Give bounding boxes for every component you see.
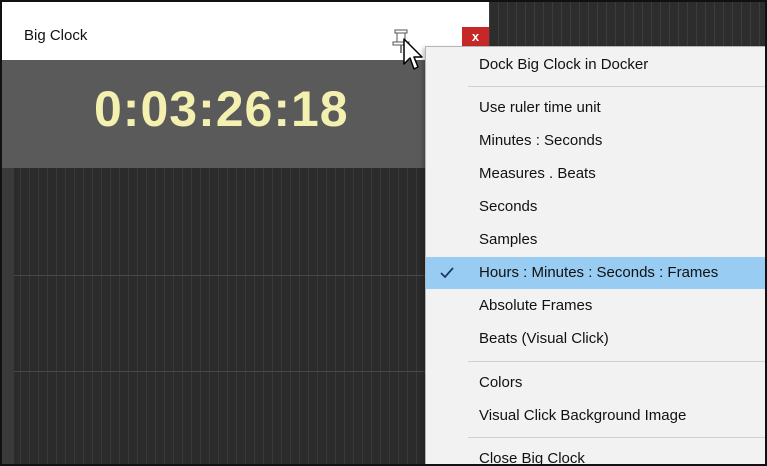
menu-item-minutes-seconds[interactable]: Minutes : Seconds: [426, 125, 765, 157]
clock-time-readout: 0:03:26:18: [94, 81, 349, 137]
clock-display[interactable]: 0:03:26:18: [2, 60, 489, 168]
window-title: Big Clock: [24, 27, 88, 44]
track-header-edge: [2, 168, 14, 464]
mouse-cursor-icon: [403, 38, 425, 72]
background-timeline: [489, 2, 765, 52]
menu-item-seconds[interactable]: Seconds: [426, 191, 765, 223]
menu-item-label: Hours : Minutes : Seconds : Frames: [479, 264, 719, 281]
menu-item-use-ruler-time-unit[interactable]: Use ruler time unit: [426, 92, 765, 124]
timeline-grid: [2, 168, 489, 464]
track-separator: [2, 371, 489, 372]
menu-item-label: Minutes : Seconds: [479, 132, 603, 149]
menu-item-measures-beats[interactable]: Measures . Beats: [426, 158, 765, 190]
menu-item-label: Visual Click Background Image: [479, 407, 687, 424]
menu-separator: [468, 361, 765, 362]
menu-item-label: Beats (Visual Click): [479, 330, 609, 347]
context-menu: Dock Big Clock in Docker Use ruler time …: [425, 46, 765, 466]
menu-item-label: Samples: [479, 231, 538, 248]
menu-item-label: Dock Big Clock in Docker: [479, 56, 649, 73]
screenshot-frame: Big Clock x 0:03:26:18 Dock Big Clock in…: [0, 0, 767, 466]
close-button[interactable]: x: [462, 27, 489, 47]
menu-item-label: Absolute Frames: [479, 297, 593, 314]
menu-item-close-big-clock[interactable]: Close Big Clock: [426, 443, 765, 466]
menu-item-label: Seconds: [479, 198, 538, 215]
menu-item-label: Use ruler time unit: [479, 99, 601, 116]
menu-item-colors[interactable]: Colors: [426, 367, 765, 399]
big-clock-window: Big Clock x 0:03:26:18: [2, 2, 489, 464]
menu-item-beats-visual-click[interactable]: Beats (Visual Click): [426, 323, 765, 355]
menu-item-label: Close Big Clock: [479, 450, 585, 466]
menu-separator: [468, 437, 765, 438]
menu-item-dock-in-docker[interactable]: Dock Big Clock in Docker: [426, 49, 765, 81]
menu-item-samples[interactable]: Samples: [426, 224, 765, 256]
menu-item-label: Measures . Beats: [479, 165, 596, 182]
track-separator: [2, 275, 489, 276]
menu-item-hours-minutes-seconds-frames[interactable]: Hours : Minutes : Seconds : Frames: [426, 257, 765, 289]
menu-item-absolute-frames[interactable]: Absolute Frames: [426, 290, 765, 322]
menu-item-visual-click-background-image[interactable]: Visual Click Background Image: [426, 400, 765, 432]
checkmark-icon: [436, 262, 458, 284]
menu-item-label: Colors: [479, 374, 523, 391]
menu-separator: [468, 86, 765, 87]
